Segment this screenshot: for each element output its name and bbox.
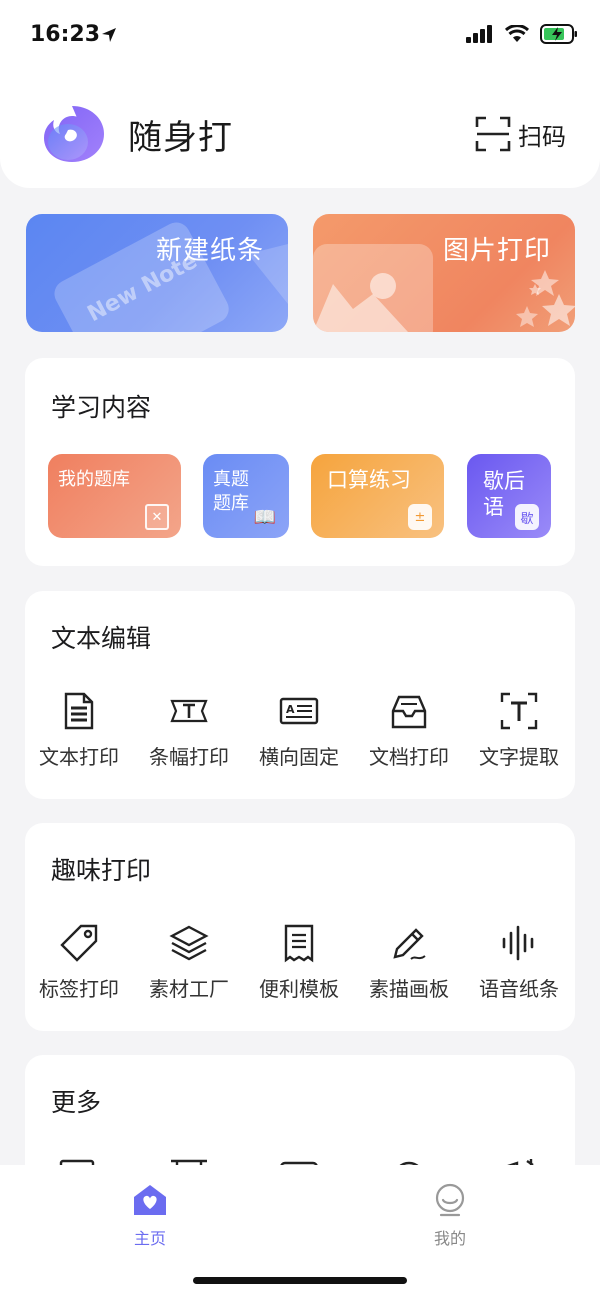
tab-label: 主页 bbox=[133, 1229, 166, 1248]
text-edit-card: 文本编辑 文本打印 条幅打印 A 横向固定 文档打印 文字提取 bbox=[25, 591, 575, 799]
image-print-banner[interactable]: 图片打印 bbox=[313, 214, 575, 332]
status-time: 16:23 bbox=[30, 22, 101, 47]
text-print-button[interactable]: 文本打印 bbox=[24, 691, 134, 770]
signal-icon bbox=[466, 25, 492, 43]
study-title: 学习内容 bbox=[51, 393, 152, 422]
banner-print-button[interactable]: 条幅打印 bbox=[134, 691, 244, 770]
study-card: 学习内容 我的题库 ✕ 真题 题库 📖 口算练习 ± 歇后 语 歇 bbox=[25, 358, 575, 566]
scan-button[interactable]: 扫码 bbox=[474, 114, 566, 154]
tool-label: 横向固定 bbox=[259, 745, 339, 769]
landscape-icon: A bbox=[279, 697, 319, 725]
scan-icon bbox=[475, 116, 511, 152]
mental-math-tile[interactable]: 口算练习 ± bbox=[311, 454, 444, 538]
tool-label: 便利模板 bbox=[259, 977, 339, 1001]
study-label: 我的题库 bbox=[58, 469, 130, 490]
tag-icon bbox=[60, 924, 98, 962]
fun-print-title: 趣味打印 bbox=[51, 856, 152, 885]
math-icon: ± bbox=[408, 504, 432, 530]
tool-label: 标签打印 bbox=[39, 977, 119, 1001]
template-button[interactable]: 便利模板 bbox=[244, 923, 354, 1002]
tab-bar: 主页 我的 bbox=[0, 1165, 600, 1299]
svg-text:A: A bbox=[286, 703, 295, 716]
xiehouyu-icon: 歇 bbox=[515, 504, 539, 530]
wrong-answer-icon: ✕ bbox=[145, 504, 169, 530]
label-print-button[interactable]: 标签打印 bbox=[24, 923, 134, 1002]
new-note-label: 新建纸条 bbox=[155, 236, 264, 266]
fun-print-card: 趣味打印 标签打印 素材工厂 便利模板 素描画板 语音纸条 bbox=[25, 823, 575, 1031]
tool-label: 语音纸条 bbox=[479, 977, 559, 1001]
new-note-banner[interactable]: New Note 新建纸条 bbox=[26, 214, 288, 332]
layers-icon bbox=[169, 925, 209, 961]
text-extract-button[interactable]: 文字提取 bbox=[464, 691, 574, 770]
image-print-label: 图片打印 bbox=[442, 236, 551, 266]
tool-label: 文本打印 bbox=[39, 745, 119, 769]
tab-profile[interactable]: 我的 bbox=[410, 1183, 490, 1249]
tool-label: 素材工厂 bbox=[149, 977, 229, 1001]
tab-label: 我的 bbox=[433, 1229, 466, 1248]
text-edit-title: 文本编辑 bbox=[51, 624, 152, 653]
banner-icon bbox=[170, 699, 208, 723]
book-icon: 📖 bbox=[253, 506, 277, 528]
more-title: 更多 bbox=[51, 1088, 102, 1117]
status-bar: 16:23 bbox=[0, 0, 600, 72]
voice-note-button[interactable]: 语音纸条 bbox=[464, 923, 574, 1002]
pencil-icon bbox=[393, 928, 426, 960]
tool-label: 条幅打印 bbox=[149, 745, 229, 769]
scan-label: 扫码 bbox=[518, 122, 566, 151]
tool-label: 文档打印 bbox=[369, 745, 449, 769]
past-exams-tile[interactable]: 真题 题库 📖 bbox=[203, 454, 289, 538]
app-title: 随身打 bbox=[128, 118, 233, 158]
text-extract-icon bbox=[500, 692, 538, 730]
document-icon bbox=[64, 692, 94, 730]
my-question-bank-tile[interactable]: 我的题库 ✕ bbox=[48, 454, 181, 538]
battery-icon bbox=[540, 24, 577, 44]
material-factory-button[interactable]: 素材工厂 bbox=[134, 923, 244, 1002]
wifi-icon bbox=[504, 25, 530, 42]
sketch-board-button[interactable]: 素描画板 bbox=[354, 923, 464, 1002]
profile-icon bbox=[435, 1183, 465, 1217]
waveform-icon bbox=[502, 925, 534, 961]
location-arrow-icon bbox=[102, 28, 116, 42]
study-label: 真题 题库 bbox=[213, 469, 249, 514]
receipt-icon bbox=[284, 924, 314, 963]
document-print-button[interactable]: 文档打印 bbox=[354, 691, 464, 770]
tray-icon bbox=[391, 695, 427, 729]
xiehouyu-tile[interactable]: 歇后 语 歇 bbox=[467, 454, 551, 538]
tool-label: 素描画板 bbox=[369, 977, 449, 1001]
home-icon bbox=[134, 1185, 166, 1215]
study-label: 口算练习 bbox=[327, 468, 411, 492]
home-indicator bbox=[193, 1277, 407, 1284]
tab-home[interactable]: 主页 bbox=[110, 1183, 190, 1249]
tool-label: 文字提取 bbox=[479, 745, 559, 769]
landscape-fixed-button[interactable]: A 横向固定 bbox=[244, 691, 354, 770]
app-logo bbox=[44, 106, 104, 162]
